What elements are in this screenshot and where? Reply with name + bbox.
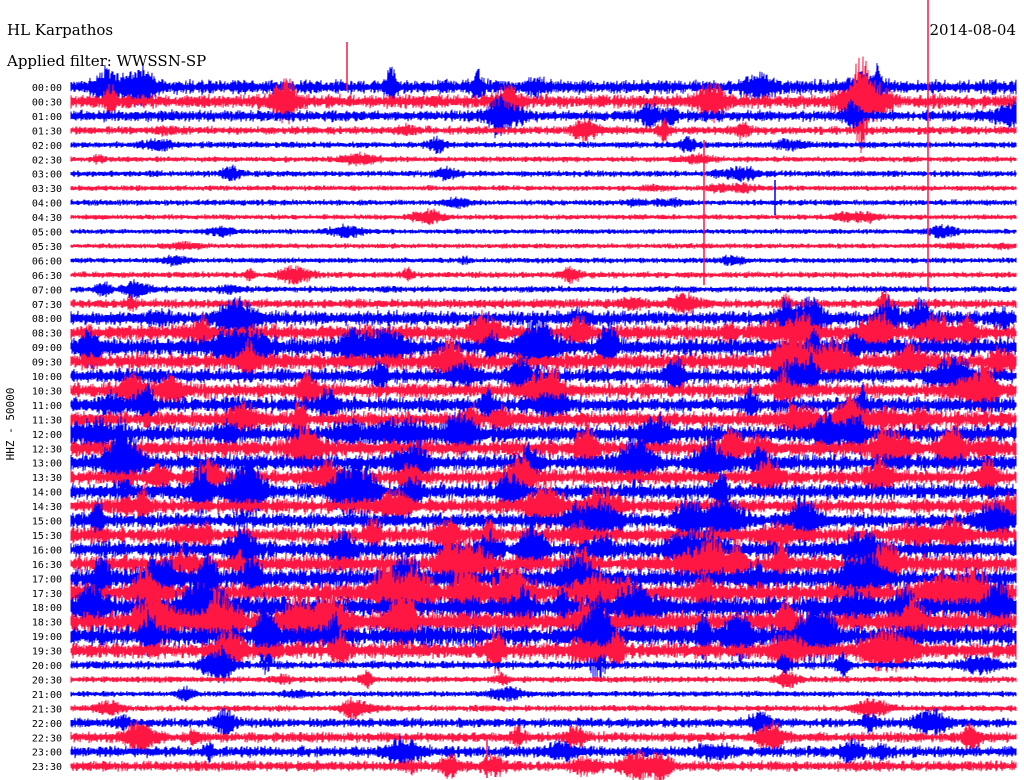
time-label: 10:30: [32, 386, 62, 397]
time-label: 06:00: [32, 256, 62, 267]
trace-row: [70, 223, 1017, 239]
time-label-group: 00:00 00:30 01:00 01:30 02:00 02:30 03:00 03:30…: [32, 83, 62, 773]
time-label: 21:00: [32, 690, 62, 701]
time-label: 17:30: [32, 589, 62, 600]
time-label: 16:00: [32, 545, 62, 556]
time-label: 01:30: [32, 126, 62, 137]
trace-row: [70, 208, 1017, 225]
time-label: 11:30: [32, 415, 62, 426]
time-label: 22:30: [32, 733, 62, 744]
trace-row: [70, 196, 1017, 209]
time-label: 00:00: [32, 83, 62, 94]
time-label: 09:00: [32, 343, 62, 354]
trace-row: [70, 696, 1017, 720]
time-label: 20:30: [32, 675, 62, 686]
time-label: 15:30: [32, 531, 62, 542]
trace-row: [70, 117, 1017, 143]
time-label: 17:00: [32, 574, 62, 585]
time-label: 08:00: [32, 314, 62, 325]
time-label: 13:30: [32, 473, 62, 484]
time-label: 18:30: [32, 618, 62, 629]
time-label: 02:00: [32, 141, 62, 152]
trace-row: [70, 279, 1017, 300]
time-label: 02:30: [32, 155, 62, 166]
time-label: 04:00: [32, 199, 62, 210]
trace-row: [70, 151, 1017, 167]
time-label: 20:00: [32, 661, 62, 672]
time-label: 10:00: [32, 372, 62, 383]
time-label: 19:00: [32, 632, 62, 643]
trace-row: [70, 164, 1017, 183]
time-label: 12:00: [32, 430, 62, 441]
trace-group: [70, 0, 1017, 780]
time-label: 01:00: [32, 112, 62, 123]
time-label: 15:00: [32, 517, 62, 528]
trace-row: [70, 56, 1017, 154]
time-label: 05:30: [32, 242, 62, 253]
time-label: 03:00: [32, 170, 62, 181]
trace-row: [70, 265, 1017, 285]
time-label: 23:30: [32, 762, 62, 773]
y-axis-label: HHZ - 50000: [4, 388, 17, 461]
time-label: 23:00: [32, 748, 62, 759]
time-label: 00:30: [32, 97, 62, 108]
trace-row: [70, 240, 1017, 251]
time-label: 07:30: [32, 300, 62, 311]
time-label: 19:30: [32, 647, 62, 658]
time-label: 14:30: [32, 502, 62, 513]
time-label: 08:30: [32, 329, 62, 340]
time-label: 05:00: [32, 228, 62, 239]
time-label: 12:30: [32, 444, 62, 455]
time-label: 16:30: [32, 560, 62, 571]
time-label: 09:30: [32, 358, 62, 369]
time-label: 11:00: [32, 401, 62, 412]
trace-row: [70, 135, 1017, 154]
time-label: 18:00: [32, 603, 62, 614]
time-label: 04:30: [32, 213, 62, 224]
time-label: 03:30: [32, 184, 62, 195]
seismogram-page: HL Karpathos 2014-08-04 Applied filter: …: [0, 0, 1024, 780]
time-label: 13:00: [32, 459, 62, 470]
time-label: 14:00: [32, 488, 62, 499]
trace-row: [70, 254, 1017, 267]
time-label: 22:00: [32, 719, 62, 730]
helicorder-plot: 00:00 00:30 01:00 01:30 02:00 02:30 03:00 03:30…: [4, 0, 1017, 780]
time-label: 06:30: [32, 271, 62, 282]
time-label: 21:30: [32, 704, 62, 715]
time-label: 07:00: [32, 285, 62, 296]
trace-row: [70, 182, 1017, 194]
